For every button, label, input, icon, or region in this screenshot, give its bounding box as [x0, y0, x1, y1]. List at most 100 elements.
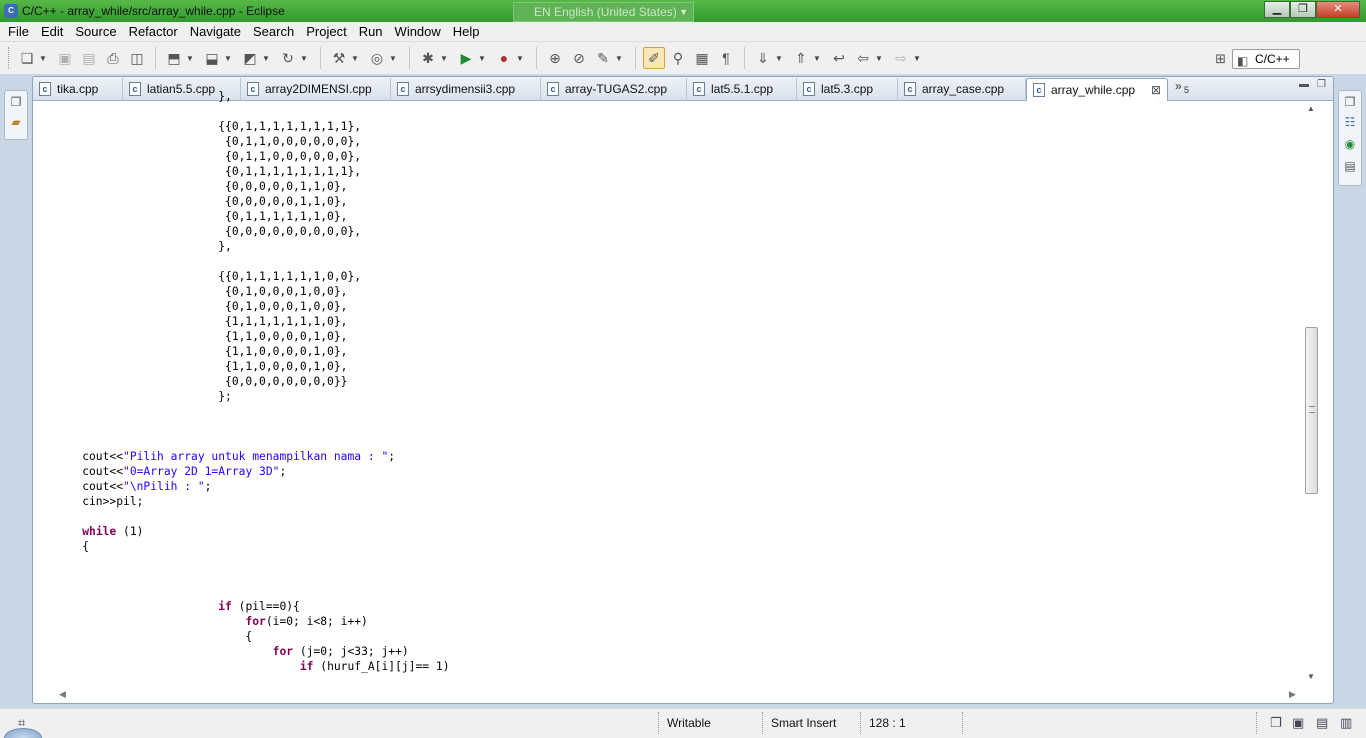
- build-hammer-icon[interactable]: ⚒: [328, 47, 350, 69]
- forward-icon[interactable]: ⇨: [890, 47, 912, 69]
- toolbar-separator: [409, 47, 410, 69]
- show-whitespace-icon[interactable]: ¶: [715, 47, 737, 69]
- restore-icon[interactable]: ❐: [1343, 95, 1357, 109]
- forward-dropdown-icon[interactable]: ▼: [913, 54, 923, 63]
- eclipse-app-icon: C: [4, 4, 18, 18]
- new-dropdown-icon[interactable]: ▼: [39, 54, 49, 63]
- new-project-dropdown-icon[interactable]: ▼: [186, 54, 196, 63]
- restore-icon[interactable]: ❐: [9, 95, 23, 109]
- code-area[interactable]: }, {{0,1,1,1,1,1,1,1,1}, {0,1,1,0,0,0,0,…: [55, 89, 1303, 687]
- open-element-icon[interactable]: ⊘: [568, 47, 590, 69]
- status-divider: [962, 712, 963, 734]
- title-bar: C C/C++ - array_while/src/array_while.cp…: [0, 0, 1366, 22]
- new-folder-dropdown-icon[interactable]: ▼: [224, 54, 234, 63]
- open-perspective-icon[interactable]: ⊞: [1215, 51, 1226, 67]
- menu-file[interactable]: File: [2, 24, 35, 39]
- binary-icon[interactable]: ◫: [126, 47, 148, 69]
- debug-icon[interactable]: ✱: [417, 47, 439, 69]
- menu-run[interactable]: Run: [353, 24, 389, 39]
- status-divider: [1256, 712, 1257, 734]
- run-icon[interactable]: ▶: [455, 47, 477, 69]
- menu-refactor[interactable]: Refactor: [123, 24, 184, 39]
- menu-navigate[interactable]: Navigate: [184, 24, 247, 39]
- new-icon[interactable]: ❏: [16, 47, 38, 69]
- back-dropdown-icon[interactable]: ▼: [875, 54, 885, 63]
- back-icon[interactable]: ⇦: [852, 47, 874, 69]
- cpp-file-icon: c: [39, 82, 51, 96]
- menu-window[interactable]: Window: [389, 24, 447, 39]
- status-cursor-position: 128 : 1: [869, 716, 906, 730]
- scroll-up-icon[interactable]: ▲: [1307, 104, 1315, 113]
- restore-icon[interactable]: ❐: [1270, 715, 1282, 731]
- cpp-perspective-icon: ◧: [1237, 54, 1249, 68]
- new-class-icon[interactable]: ◩: [239, 47, 261, 69]
- debug-dropdown-icon[interactable]: ▼: [440, 54, 450, 63]
- highlight-icon[interactable]: ✐: [643, 47, 665, 69]
- console-icon[interactable]: ▣: [1292, 715, 1304, 731]
- tasks-icon[interactable]: ▤: [1343, 159, 1357, 173]
- new-folder-icon[interactable]: ⬓: [201, 47, 223, 69]
- vertical-scroll-thumb[interactable]: [1305, 327, 1318, 494]
- status-writable: Writable: [667, 716, 711, 730]
- toolbar-separator: [635, 47, 636, 69]
- menu-edit[interactable]: Edit: [35, 24, 69, 39]
- toggle-mark-icon[interactable]: ⚲: [667, 47, 689, 69]
- search-icon[interactable]: ✎: [592, 47, 614, 69]
- target-dropdown-icon[interactable]: ▼: [389, 54, 399, 63]
- source-code[interactable]: }, {{0,1,1,1,1,1,1,1,1}, {0,1,1,0,0,0,0,…: [55, 89, 1303, 674]
- build-dropdown-icon[interactable]: ▼: [351, 54, 361, 63]
- open-type-icon[interactable]: ⊕: [544, 47, 566, 69]
- close-button[interactable]: ✕: [1316, 1, 1360, 18]
- menu-help[interactable]: Help: [447, 24, 486, 39]
- menu-project[interactable]: Project: [300, 24, 352, 39]
- last-edit-icon[interactable]: ↩: [828, 47, 850, 69]
- maximize-button[interactable]: ❐: [1290, 1, 1316, 18]
- menu-search[interactable]: Search: [247, 24, 300, 39]
- refresh-dropdown-icon[interactable]: ▼: [300, 54, 310, 63]
- menu-bar: File Edit Source Refactor Navigate Searc…: [0, 22, 1366, 42]
- window-controls: ▁ ❐ ✕: [1264, 1, 1360, 18]
- problems-icon[interactable]: ▤: [1316, 715, 1328, 731]
- language-dropdown-icon[interactable]: ▼: [679, 3, 688, 21]
- external-tools-icon[interactable]: ●: [493, 47, 515, 69]
- scroll-down-icon[interactable]: ▼: [1307, 672, 1315, 681]
- maximize-editor-icon[interactable]: ❐: [1317, 79, 1326, 90]
- language-label: EN English (United States): [534, 5, 677, 19]
- save-all-icon[interactable]: ▤: [78, 47, 100, 69]
- status-divider: [860, 712, 861, 734]
- code-editor: c tika.cpp c latian5.5.cpp c array2DIMEN…: [32, 76, 1334, 704]
- next-annotation-icon[interactable]: ⇓: [752, 47, 774, 69]
- refresh-icon[interactable]: ↻: [277, 47, 299, 69]
- scroll-right-icon[interactable]: ▶: [1289, 689, 1296, 700]
- new-class-dropdown-icon[interactable]: ▼: [262, 54, 272, 63]
- horizontal-scrollbar[interactable]: ◀ ▶: [55, 689, 1303, 703]
- scroll-left-icon[interactable]: ◀: [59, 689, 66, 700]
- previous-annotation-icon[interactable]: ⇑: [790, 47, 812, 69]
- target-icon[interactable]: ◎: [366, 47, 388, 69]
- print-icon[interactable]: ⎙: [102, 47, 124, 69]
- perspective-switcher[interactable]: ◧ C/C++: [1232, 49, 1300, 69]
- new-cpp-project-icon[interactable]: ⬒: [163, 47, 185, 69]
- main-toolbar: ❏ ▼ ▣ ▤ ⎙ ◫ ⬒ ▼ ⬓ ▼ ◩ ▼ ↻ ▼ ⚒ ▼ ◎ ▼ ✱ ▼ …: [0, 42, 1366, 74]
- outline-icon[interactable]: ☷: [1343, 115, 1357, 129]
- vertical-scrollbar[interactable]: ▲ ▼: [1303, 102, 1319, 686]
- properties-icon[interactable]: ▥: [1340, 715, 1352, 731]
- block-selection-icon[interactable]: ▦: [691, 47, 713, 69]
- next-annotation-dropdown-icon[interactable]: ▼: [775, 54, 785, 63]
- toolbar-separator: [744, 47, 745, 69]
- left-trim-stack: ❐ ▰: [4, 90, 28, 140]
- minimize-button[interactable]: ▁: [1264, 1, 1290, 18]
- window-title: C/C++ - array_while/src/array_while.cpp …: [22, 4, 285, 18]
- make-targets-icon[interactable]: ◉: [1343, 137, 1357, 151]
- menu-source[interactable]: Source: [69, 24, 122, 39]
- save-icon[interactable]: ▣: [54, 47, 76, 69]
- previous-annotation-dropdown-icon[interactable]: ▼: [813, 54, 823, 63]
- status-divider: [658, 712, 659, 734]
- search-dropdown-icon[interactable]: ▼: [615, 54, 625, 63]
- project-explorer-icon[interactable]: ▰: [9, 115, 23, 129]
- run-dropdown-icon[interactable]: ▼: [478, 54, 488, 63]
- external-tools-dropdown-icon[interactable]: ▼: [516, 54, 526, 63]
- right-trim-stack: ❐ ☷ ◉ ▤: [1338, 90, 1362, 186]
- toolbar-separator: [536, 47, 537, 69]
- language-bar[interactable]: EN English (United States) ▼: [513, 2, 694, 22]
